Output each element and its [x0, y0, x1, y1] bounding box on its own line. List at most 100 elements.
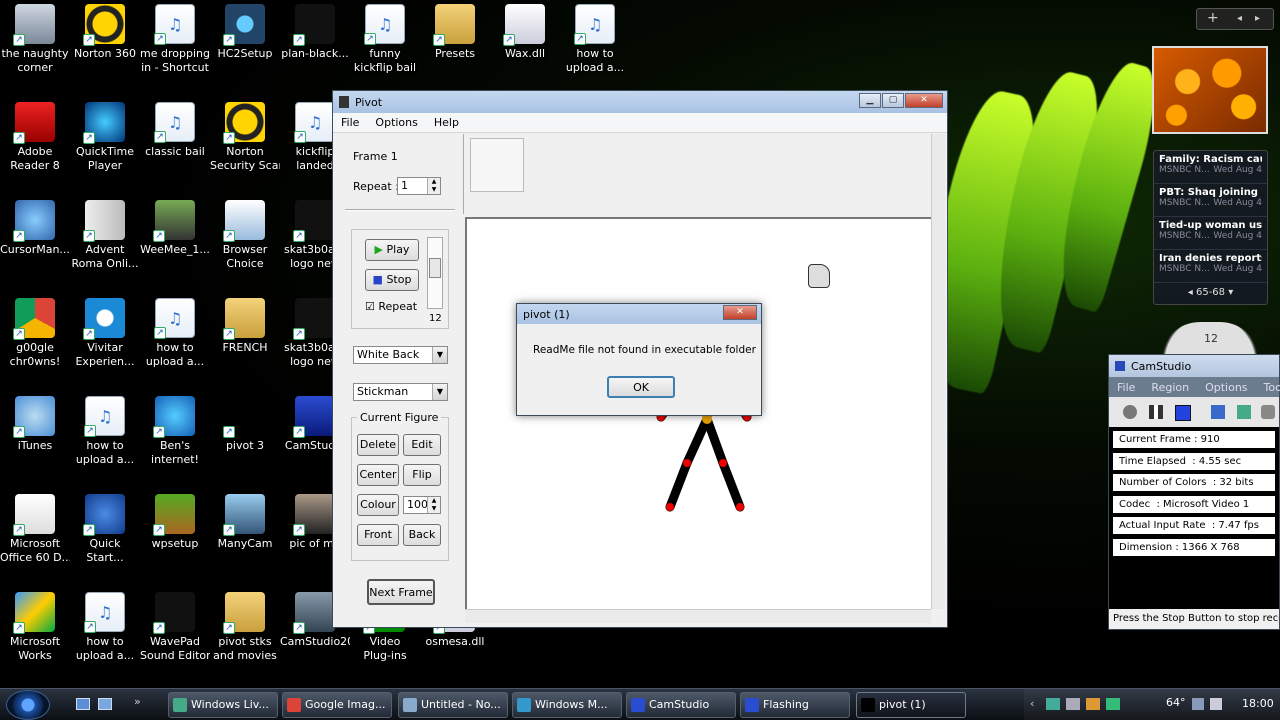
desktop-icon[interactable]: ↗ WavePad Sound Editor	[140, 592, 210, 663]
desktop-icon[interactable]: ↗ FRENCH	[210, 298, 280, 355]
show-desktop-icon[interactable]	[76, 698, 90, 710]
annotation-icon[interactable]	[1237, 405, 1251, 419]
joint-handle[interactable]	[666, 503, 674, 511]
colour-spinner[interactable]: 100 ▲ ▼	[403, 496, 441, 514]
quicklaunch-expand-icon[interactable]: »	[134, 695, 141, 708]
taskbar-button[interactable]: Windows Liv...	[168, 692, 278, 718]
desktop-icon[interactable]: ↗ g00gle chr0wns!	[0, 298, 70, 369]
vertical-scrollbar[interactable]	[931, 134, 945, 609]
close-button[interactable]: ✕	[905, 93, 943, 108]
camstudio-titlebar[interactable]: CamStudio	[1109, 355, 1279, 377]
desktop-icon[interactable]: ↗ how toupload a...	[560, 4, 630, 75]
gadget-prev-icon[interactable]: ◂	[1237, 13, 1242, 24]
tray-icon[interactable]	[1046, 698, 1060, 710]
taskbar-button[interactable]: Google Imag...	[282, 692, 392, 718]
joint-handle[interactable]	[736, 503, 744, 511]
desktop-icon[interactable]: ↗ Vivitar Experien...	[70, 298, 140, 369]
tray-icon[interactable]	[1066, 698, 1080, 710]
background-select[interactable]: White Back ▼	[353, 346, 448, 364]
stop-record-icon[interactable]	[1175, 405, 1191, 421]
network-icon[interactable]	[1192, 698, 1204, 710]
edit-button[interactable]: Edit	[403, 434, 441, 456]
spinner-arrows-icon[interactable]: ▲ ▼	[427, 497, 440, 513]
desktop-icon[interactable]: ↗ CursorMan...	[0, 200, 70, 257]
menu-file[interactable]: File	[333, 116, 367, 129]
switch-windows-icon[interactable]	[98, 698, 112, 710]
dialog-ok-button[interactable]: OK	[607, 376, 675, 398]
dialog-close-button[interactable]: ✕	[723, 305, 757, 320]
desktop-icon[interactable]: ↗ classic bail	[140, 102, 210, 159]
maximize-button[interactable]: ▢	[882, 93, 904, 108]
start-button[interactable]	[6, 690, 50, 720]
minimize-button[interactable]: ▁	[859, 93, 881, 108]
news-item[interactable]: PBT: Shaq joining Cel...MSNBC N...Wed Au…	[1154, 184, 1267, 217]
desktop-icon[interactable]: ↗ Norton Security Scan	[210, 102, 280, 173]
colour-button[interactable]: Colour	[357, 494, 399, 516]
play-button[interactable]: ▶ Play	[365, 239, 419, 261]
gadget-toolbar[interactable]: + ◂ ▸	[1196, 8, 1274, 30]
taskbar-button[interactable]: pivot (1)	[856, 692, 966, 718]
front-button[interactable]: Front	[357, 524, 399, 546]
frame-thumbnail[interactable]	[470, 138, 524, 192]
volume-icon[interactable]	[1210, 698, 1222, 710]
joint-handle[interactable]	[719, 459, 727, 467]
speed-slider-thumb[interactable]	[429, 258, 441, 278]
taskbar-button[interactable]: Untitled - No...	[398, 692, 508, 718]
desktop-icon[interactable]: ↗ Microsoft Works	[0, 592, 70, 663]
desktop-icon[interactable]: ↗ WeeMee_1...	[140, 200, 210, 257]
cam-menu-tools[interactable]: Tools	[1256, 381, 1280, 394]
news-item[interactable]: Tied-up woman uses...MSNBC N...Wed Aug 4	[1154, 217, 1267, 250]
joint-handle[interactable]	[683, 459, 691, 467]
desktop-icon[interactable]: ↗ Wax.dll	[490, 4, 560, 61]
desktop-icon[interactable]: ↗ me droppingin - Shortcut	[140, 4, 210, 75]
figure-select[interactable]: Stickman ▼	[353, 383, 448, 401]
desktop-icon[interactable]: ↗ plan-black...	[280, 4, 350, 61]
news-item[interactable]: Family: Racism caus...MSNBC N...Wed Aug …	[1154, 151, 1267, 184]
cam-menu-file[interactable]: File	[1109, 381, 1143, 394]
next-frame-button[interactable]: Next Frame	[367, 579, 435, 605]
desktop-icon[interactable]: ↗ funnykickflip bail	[350, 4, 420, 75]
desktop-icon[interactable]: ↗ pivot stks and movies	[210, 592, 280, 663]
center-button[interactable]: Center	[357, 464, 399, 486]
menu-help[interactable]: Help	[426, 116, 467, 129]
clock-time[interactable]: 18:00	[1242, 697, 1274, 710]
desktop-icon[interactable]: ↗ Quick Start...	[70, 494, 140, 565]
menu-options[interactable]: Options	[367, 116, 425, 129]
desktop-icon[interactable]: ↗ Presets	[420, 4, 490, 61]
pause-icon[interactable]	[1149, 405, 1163, 419]
gadget-next-icon[interactable]: ▸	[1255, 13, 1260, 24]
desktop-icon[interactable]: ↗ pivot 3	[210, 396, 280, 453]
taskbar-button[interactable]: Flashing	[740, 692, 850, 718]
taskbar-button[interactable]: Windows M...	[512, 692, 622, 718]
repeat-checkbox[interactable]: ☑ Repeat	[365, 300, 417, 313]
desktop-icon[interactable]: ↗ Advent Roma Onli...	[70, 200, 140, 271]
desktop-icon[interactable]: ↗ QuickTime Player	[70, 102, 140, 173]
swf-icon[interactable]	[1261, 405, 1275, 419]
cam-menu-options[interactable]: Options	[1197, 381, 1255, 394]
news-item[interactable]: Iran denies reports o...MSNBC N...Wed Au…	[1154, 250, 1267, 283]
stop-button[interactable]: ■ Stop	[365, 269, 419, 291]
cam-menu-region[interactable]: Region	[1143, 381, 1197, 394]
desktop-icon[interactable]: ↗ ManyCam	[210, 494, 280, 551]
tray-icon[interactable]	[1106, 698, 1120, 710]
tray-expand-icon[interactable]: ‹	[1030, 697, 1034, 710]
desktop-icon[interactable]: ↗ HC2Setup	[210, 4, 280, 61]
desktop-icon[interactable]: ↗ how toupload a...	[140, 298, 210, 369]
dropdown-arrow-icon[interactable]: ▼	[432, 347, 447, 363]
dialog-titlebar[interactable]: pivot (1) ✕	[517, 304, 761, 324]
desktop-icon[interactable]: ↗ wpsetup	[140, 494, 210, 551]
desktop-icon[interactable]: ↗ Adobe Reader 8	[0, 102, 70, 173]
flip-button[interactable]: Flip	[403, 464, 441, 486]
desktop-icon[interactable]: ↗ Microsoft Office 60 D...	[0, 494, 70, 565]
speed-slider[interactable]	[427, 237, 443, 309]
record-icon[interactable]	[1123, 405, 1137, 419]
weather-temp[interactable]: 64°	[1166, 696, 1186, 709]
desktop-icon[interactable]: ↗ Ben's internet!	[140, 396, 210, 467]
dropdown-arrow-icon[interactable]: ▼	[432, 384, 447, 400]
desktop-icon[interactable]: ↗ iTunes	[0, 396, 70, 453]
news-pager[interactable]: ◂ 65-68 ▾	[1154, 287, 1267, 298]
desktop-icon[interactable]: ↗ Browser Choice	[210, 200, 280, 271]
slideshow-gadget[interactable]	[1152, 46, 1268, 134]
desktop-icon[interactable]: ↗ Norton 360	[70, 4, 140, 61]
region-icon[interactable]	[1211, 405, 1225, 419]
